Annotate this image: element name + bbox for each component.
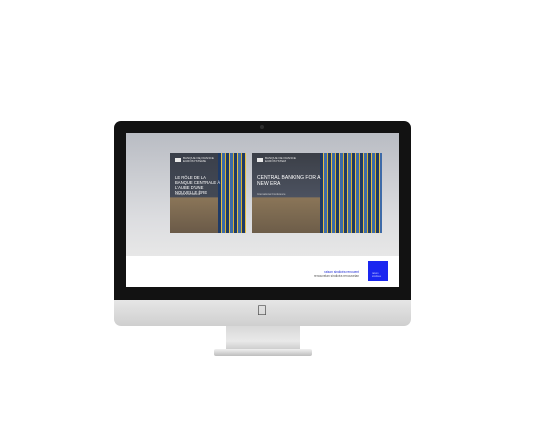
imac-mockup: BANQUE DE FRANCE EUROSYSTÈME LE RÔLE DE … xyxy=(114,121,411,358)
brand-badge-text: raison sindicéa xyxy=(372,272,381,278)
footer-line-2: renouvelan sindicéa renouvelan xyxy=(313,274,359,278)
slide-subtitle: International Conference xyxy=(257,193,286,196)
bank-logo: BANQUE DE FRANCE EUROSYSTEM xyxy=(257,157,296,163)
slide-title: LE RÔLE DE LA BANQUE CENTRALE À L'AUBE D… xyxy=(175,175,221,195)
monitor-bezel: BANQUE DE FRANCE EUROSYSTÈME LE RÔLE DE … xyxy=(114,121,411,300)
slide-title: CENTRAL BANKING for a NEW ERA xyxy=(257,175,321,187)
building-glass-facade xyxy=(320,153,382,233)
logo-mark-icon xyxy=(257,158,263,162)
monitor-stand xyxy=(226,326,300,351)
logo-text: BANQUE DE FRANCE EUROSYSTÈME xyxy=(183,156,214,163)
hero-banner: BANQUE DE FRANCE EUROSYSTÈME LE RÔLE DE … xyxy=(126,133,399,256)
apple-logo-icon:  xyxy=(256,303,268,317)
page-footer: raison sindicéa renouent renouvelan sind… xyxy=(126,256,399,287)
building-glass-facade xyxy=(218,153,246,233)
brand-badge[interactable]: raison sindicéa xyxy=(368,261,388,281)
slide-french[interactable]: BANQUE DE FRANCE EUROSYSTÈME LE RÔLE DE … xyxy=(170,153,246,233)
slide-english[interactable]: BANQUE DE FRANCE EUROSYSTEM CENTRAL BANK… xyxy=(252,153,382,233)
footer-text: raison sindicéa renouent renouvelan sind… xyxy=(314,270,359,278)
monitor-stand-base xyxy=(214,349,312,356)
slide-subtitle: Colloque international xyxy=(175,193,201,196)
logo-mark-icon xyxy=(175,158,181,162)
bank-logo: BANQUE DE FRANCE EUROSYSTÈME xyxy=(175,157,214,163)
camera-icon xyxy=(260,125,264,129)
screen: BANQUE DE FRANCE EUROSYSTÈME LE RÔLE DE … xyxy=(126,133,399,287)
logo-text: BANQUE DE FRANCE EUROSYSTEM xyxy=(265,156,296,163)
